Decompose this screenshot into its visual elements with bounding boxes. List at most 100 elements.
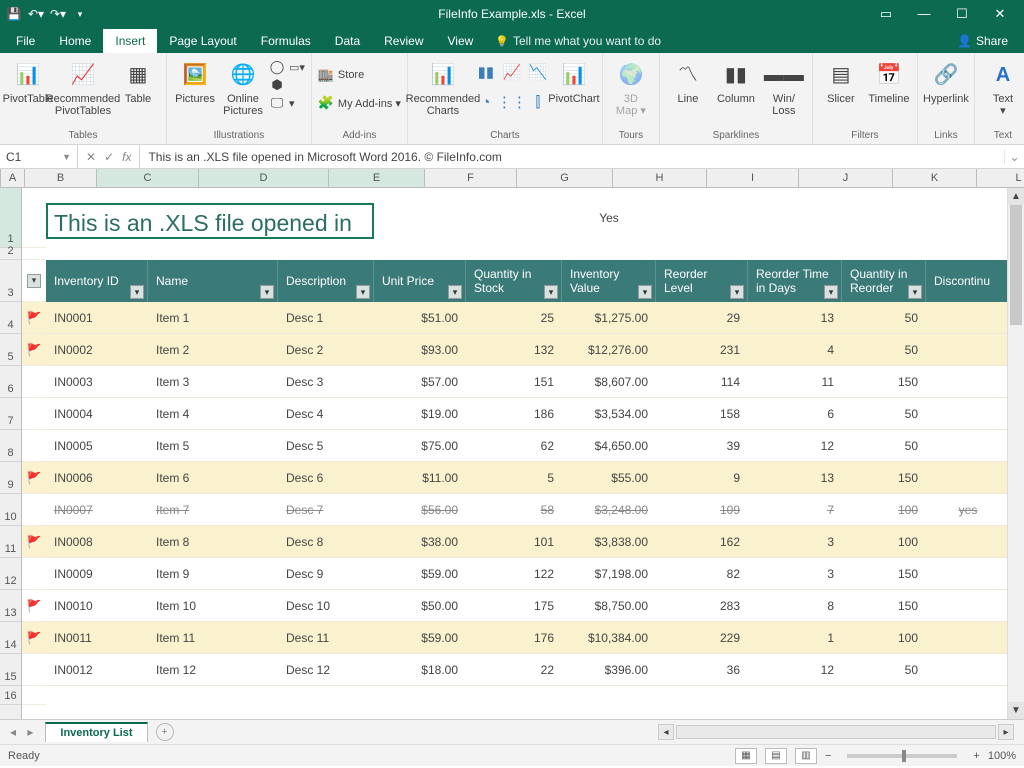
scroll-up-icon[interactable]: ▲: [1008, 188, 1024, 205]
filter-button[interactable]: ▾: [824, 285, 838, 299]
row-header[interactable]: 3: [0, 260, 21, 302]
row-header[interactable]: 5: [0, 334, 21, 366]
table-cell[interactable]: Item 3: [148, 366, 278, 397]
table-cell[interactable]: $56.00: [374, 494, 466, 525]
table-cell[interactable]: $3,534.00: [562, 398, 656, 429]
table-cell[interactable]: Item 5: [148, 430, 278, 461]
table-cell[interactable]: Item 9: [148, 558, 278, 589]
horizontal-scrollbar[interactable]: ◂ ▸: [658, 724, 1014, 740]
table-cell[interactable]: $51.00: [374, 302, 466, 333]
table-cell[interactable]: Item 1: [148, 302, 278, 333]
undo-icon[interactable]: ↶▾: [28, 6, 44, 22]
close-icon[interactable]: ✕: [988, 6, 1012, 22]
table-cell[interactable]: 151: [466, 366, 562, 397]
table-cell[interactable]: $10,384.00: [562, 622, 656, 653]
column-header-G[interactable]: G: [517, 169, 613, 187]
worksheet[interactable]: 12345678910111213141516 ▾🚩🚩🚩🚩🚩🚩 This is …: [0, 188, 1024, 719]
filter-button[interactable]: ▾: [130, 285, 144, 299]
table-cell[interactable]: 12: [748, 430, 842, 461]
slicer-button[interactable]: ▤Slicer: [819, 59, 863, 105]
table-cell[interactable]: 100: [842, 526, 926, 557]
add-sheet-button[interactable]: +: [156, 723, 174, 741]
table-header[interactable]: Description▾: [278, 260, 374, 302]
table-cell[interactable]: 3: [748, 526, 842, 557]
table-cell[interactable]: Item 2: [148, 334, 278, 365]
maximize-icon[interactable]: ☐: [950, 6, 974, 22]
tab-data[interactable]: Data: [323, 29, 372, 53]
table-cell[interactable]: IN0001: [46, 302, 148, 333]
table-cell[interactable]: Desc 7: [278, 494, 374, 525]
table-cell[interactable]: $55.00: [562, 462, 656, 493]
tab-formulas[interactable]: Formulas: [249, 29, 323, 53]
table-cell[interactable]: $50.00: [374, 590, 466, 621]
pivotchart-button[interactable]: 📊PivotChart: [552, 59, 596, 105]
table-cell[interactable]: IN0012: [46, 654, 148, 685]
table-cell[interactable]: $18.00: [374, 654, 466, 685]
accept-formula-icon[interactable]: ✓: [104, 150, 114, 164]
column-header-K[interactable]: K: [893, 169, 977, 187]
filter-button[interactable]: ▾: [448, 285, 462, 299]
table-cell[interactable]: 5: [466, 462, 562, 493]
vertical-scrollbar[interactable]: ▲ ▼: [1007, 188, 1024, 719]
row-header[interactable]: 16: [0, 686, 21, 705]
column-header-I[interactable]: I: [707, 169, 799, 187]
table-cell[interactable]: 132: [466, 334, 562, 365]
tab-home[interactable]: Home: [47, 29, 103, 53]
scroll-right-icon[interactable]: ▸: [998, 724, 1014, 740]
table-header[interactable]: Reorder Level▾: [656, 260, 748, 302]
table-cell[interactable]: [926, 430, 1010, 461]
share-button[interactable]: 👤Share: [945, 29, 1020, 53]
recommended-charts-button[interactable]: 📊Recommended Charts: [414, 59, 472, 117]
table-cell[interactable]: 8: [748, 590, 842, 621]
table-cell[interactable]: [926, 462, 1010, 493]
column-header-A[interactable]: A: [1, 169, 25, 187]
sheet-tab[interactable]: Inventory List: [45, 722, 147, 742]
sparkline-column-button[interactable]: ▮▮Column: [714, 59, 758, 105]
table-cell[interactable]: $38.00: [374, 526, 466, 557]
tab-file[interactable]: File: [4, 29, 47, 53]
chevron-down-icon[interactable]: ▼: [62, 152, 71, 162]
tab-view[interactable]: View: [436, 29, 486, 53]
table-cell[interactable]: Desc 12: [278, 654, 374, 685]
row-header[interactable]: 1: [0, 188, 21, 248]
table-cell[interactable]: 50: [842, 654, 926, 685]
table-header[interactable]: Unit Price▾: [374, 260, 466, 302]
sparkline-winloss-button[interactable]: ▬▬Win/ Loss: [762, 59, 806, 117]
table-cell[interactable]: Desc 10: [278, 590, 374, 621]
filter-button[interactable]: ▾: [730, 285, 744, 299]
table-cell[interactable]: [926, 398, 1010, 429]
table-cell[interactable]: 100: [842, 494, 926, 525]
row-header[interactable]: 10: [0, 494, 21, 526]
table-cell[interactable]: Item 7: [148, 494, 278, 525]
table-cell[interactable]: $19.00: [374, 398, 466, 429]
filter-button[interactable]: ▾: [356, 285, 370, 299]
zoom-out-button[interactable]: −: [825, 750, 831, 762]
table-header[interactable]: Discontinu: [926, 260, 1010, 302]
scroll-left-icon[interactable]: ◂: [658, 724, 674, 740]
table-cell[interactable]: [926, 654, 1010, 685]
row-header[interactable]: 15: [0, 654, 21, 686]
table-cell[interactable]: Desc 2: [278, 334, 374, 365]
table-cell[interactable]: IN0006: [46, 462, 148, 493]
table-cell[interactable]: [926, 590, 1010, 621]
table-header[interactable]: Reorder Time in Days▾: [748, 260, 842, 302]
row-header[interactable]: 6: [0, 366, 21, 398]
line-chart-icon[interactable]: 📈: [502, 59, 522, 85]
table-cell[interactable]: 1: [748, 622, 842, 653]
my-addins-button[interactable]: 🧩My Add-ins ▾: [318, 95, 401, 111]
row-header[interactable]: 8: [0, 430, 21, 462]
cell[interactable]: Yes: [562, 211, 656, 225]
table-cell[interactable]: $93.00: [374, 334, 466, 365]
table-cell[interactable]: Item 6: [148, 462, 278, 493]
table-cell[interactable]: 62: [466, 430, 562, 461]
ribbon-options-icon[interactable]: ▭: [874, 6, 898, 22]
table-cell[interactable]: $75.00: [374, 430, 466, 461]
tab-page-layout[interactable]: Page Layout: [157, 29, 248, 53]
page-layout-view-button[interactable]: ▤: [765, 748, 787, 764]
chart-gallery[interactable]: ▮▮📈📉 ◔⋮⋮⫿: [476, 59, 548, 115]
fx-icon[interactable]: fx: [122, 150, 131, 164]
table-cell[interactable]: 50: [842, 334, 926, 365]
column-header-L[interactable]: L: [977, 169, 1024, 187]
table-cell[interactable]: Desc 1: [278, 302, 374, 333]
table-cell[interactable]: 7: [748, 494, 842, 525]
